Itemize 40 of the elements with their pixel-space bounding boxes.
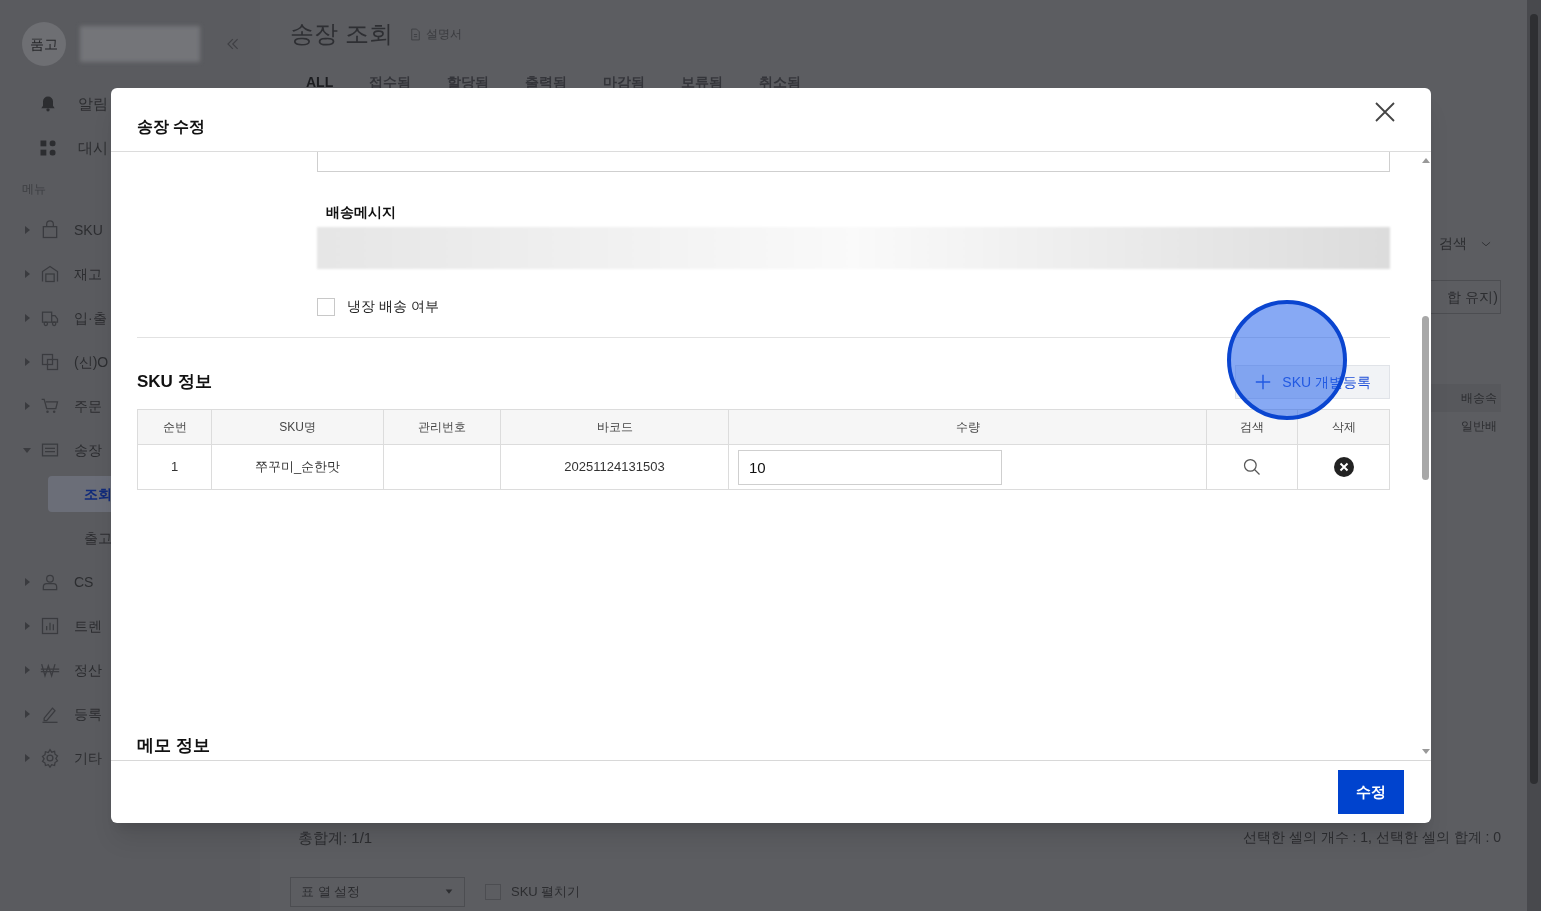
column-header: 관리번호	[384, 410, 501, 444]
section-title: SKU 정보	[137, 371, 212, 394]
delete-button[interactable]	[1333, 457, 1354, 477]
column-header: SKU명	[212, 410, 384, 444]
close-icon	[1373, 99, 1397, 124]
close-button[interactable]	[1373, 99, 1397, 124]
settings-icon	[40, 748, 60, 768]
arrow-up-icon	[1420, 156, 1431, 166]
close-icon	[1333, 457, 1354, 477]
plus-icon	[1254, 373, 1273, 391]
person-icon	[40, 572, 60, 592]
cart-icon	[40, 396, 60, 416]
arrow-down-icon	[1420, 746, 1431, 756]
grid-icon	[38, 138, 58, 158]
bag-icon	[40, 220, 60, 240]
column-header: 바코드	[501, 410, 729, 444]
quantity-field[interactable]: 10	[738, 449, 1002, 485]
scrollbar-thumb[interactable]	[1422, 316, 1429, 480]
checkbox-label: 냉장 배송 여부	[347, 297, 439, 316]
document-icon	[408, 27, 422, 41]
search-icon	[1242, 457, 1262, 477]
column-header: 순번	[138, 410, 212, 444]
submit-button[interactable]: 수정	[1338, 770, 1404, 814]
squares-icon	[40, 352, 60, 372]
text-field[interactable]	[317, 152, 1390, 172]
section-title: 메모 정보	[137, 734, 211, 757]
table-cell: 쭈꾸미_순한맛	[212, 445, 384, 489]
pen-icon	[40, 704, 60, 724]
column-header: 삭제	[1330, 419, 1357, 436]
house-icon	[40, 264, 60, 284]
logo: 품고	[22, 22, 66, 66]
search-button[interactable]	[1242, 457, 1262, 477]
dialog-title: 송장 수정	[137, 116, 206, 137]
scrollbar[interactable]	[1527, 0, 1541, 911]
field-label: 배송메시지	[326, 203, 397, 222]
table-cell: 1	[138, 445, 212, 489]
column-header: 수량	[729, 410, 1207, 444]
chart-icon	[40, 616, 60, 636]
table-cell: 20251124131503	[501, 445, 729, 489]
column-header: 검색	[1207, 410, 1298, 444]
